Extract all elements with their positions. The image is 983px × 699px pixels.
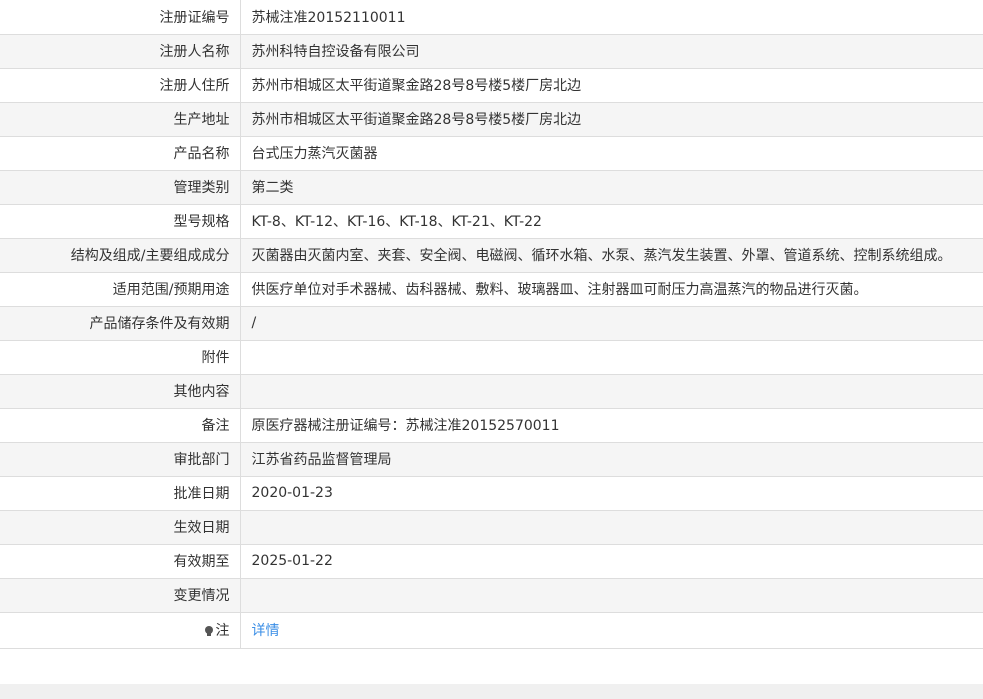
details-link[interactable]: 详情 <box>252 623 280 639</box>
row-value: 原医疗器械注册证编号：苏械注准20152570011 <box>240 408 983 443</box>
row-value: 第二类 <box>240 170 983 205</box>
note-value-cell: 详情 <box>240 612 983 649</box>
row-value: KT-8、KT-12、KT-16、KT-18、KT-21、KT-22 <box>240 204 983 239</box>
row-label: 生效日期 <box>0 510 241 545</box>
row-label: 结构及组成/主要组成成分 <box>0 238 241 273</box>
bottom-divider <box>0 684 983 699</box>
table-row: 注册人名称 苏州科特自控设备有限公司 <box>0 34 983 69</box>
table-row: 生效日期 <box>0 510 983 545</box>
table-row: 注册人住所 苏州市相城区太平街道聚金路28号8号楼5楼厂房北边 <box>0 68 983 103</box>
row-label: 审批部门 <box>0 442 241 477</box>
row-value <box>240 578 983 613</box>
table-row: 有效期至 2025-01-22 <box>0 544 983 579</box>
table-row: 型号规格 KT-8、KT-12、KT-16、KT-18、KT-21、KT-22 <box>0 204 983 239</box>
row-label: 变更情况 <box>0 578 241 613</box>
note-label: 注 <box>215 623 230 639</box>
row-value <box>240 510 983 545</box>
note-row: 注 详情 <box>0 612 983 649</box>
table-row: 产品名称 台式压力蒸汽灭菌器 <box>0 136 983 171</box>
row-label: 备注 <box>0 408 241 443</box>
table-row: 附件 <box>0 340 983 375</box>
row-label: 产品储存条件及有效期 <box>0 306 241 341</box>
row-value: 苏械注准20152110011 <box>240 0 983 35</box>
row-label: 有效期至 <box>0 544 241 579</box>
table-row: 变更情况 <box>0 578 983 613</box>
row-label: 管理类别 <box>0 170 241 205</box>
table-row: 审批部门 江苏省药品监督管理局 <box>0 442 983 477</box>
table-row: 生产地址 苏州市相城区太平街道聚金路28号8号楼5楼厂房北边 <box>0 102 983 137</box>
table-row: 备注 原医疗器械注册证编号：苏械注准20152570011 <box>0 408 983 443</box>
row-label: 批准日期 <box>0 476 241 511</box>
row-label: 注册人住所 <box>0 68 241 103</box>
row-value: / <box>240 306 983 341</box>
table-row: 适用范围/预期用途 供医疗单位对手术器械、齿科器械、敷料、玻璃器皿、注射器皿可耐… <box>0 272 983 307</box>
table-row: 结构及组成/主要组成成分 灭菌器由灭菌内室、夹套、安全阀、电磁阀、循环水箱、水泵… <box>0 238 983 273</box>
row-value <box>240 340 983 375</box>
row-value: 供医疗单位对手术器械、齿科器械、敷料、玻璃器皿、注射器皿可耐压力高温蒸汽的物品进… <box>240 272 983 307</box>
row-value: 台式压力蒸汽灭菌器 <box>240 136 983 171</box>
row-label: 其他内容 <box>0 374 241 409</box>
table-row: 管理类别 第二类 <box>0 170 983 205</box>
table-row: 产品储存条件及有效期 / <box>0 306 983 341</box>
note-label-cell: 注 <box>0 612 241 649</box>
row-value: 苏州科特自控设备有限公司 <box>240 34 983 69</box>
row-label: 注册人名称 <box>0 34 241 69</box>
row-value <box>240 374 983 409</box>
table-row: 其他内容 <box>0 374 983 409</box>
row-value: 苏州市相城区太平街道聚金路28号8号楼5楼厂房北边 <box>240 68 983 103</box>
table-row: 批准日期 2020-01-23 <box>0 476 983 511</box>
row-label: 产品名称 <box>0 136 241 171</box>
row-value: 灭菌器由灭菌内室、夹套、安全阀、电磁阀、循环水箱、水泵、蒸汽发生装置、外罩、管道… <box>240 238 983 273</box>
row-value: 2020-01-23 <box>240 476 983 511</box>
row-label: 型号规格 <box>0 204 241 239</box>
registration-detail-table: 注册证编号 苏械注准20152110011 注册人名称 苏州科特自控设备有限公司… <box>0 0 983 649</box>
row-value: 苏州市相城区太平街道聚金路28号8号楼5楼厂房北边 <box>240 102 983 137</box>
row-label: 适用范围/预期用途 <box>0 272 241 307</box>
lightbulb-icon <box>204 626 214 636</box>
row-label: 生产地址 <box>0 102 241 137</box>
row-value: 江苏省药品监督管理局 <box>240 442 983 477</box>
row-value: 2025-01-22 <box>240 544 983 579</box>
row-label: 附件 <box>0 340 241 375</box>
table-row: 注册证编号 苏械注准20152110011 <box>0 0 983 35</box>
row-label: 注册证编号 <box>0 0 241 35</box>
